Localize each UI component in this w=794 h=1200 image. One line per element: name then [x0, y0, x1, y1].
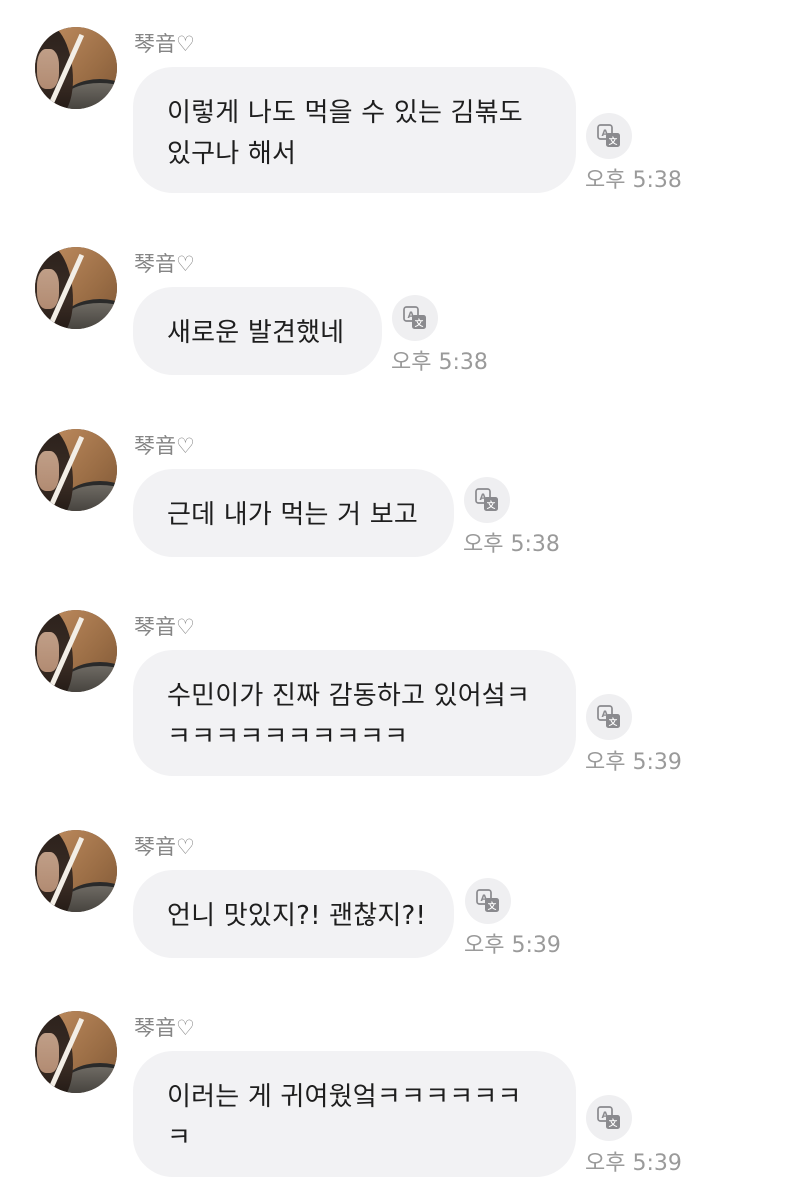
avatar[interactable]: [35, 610, 117, 692]
message-time: 오후 5:39: [585, 1151, 682, 1176]
translate-button[interactable]: A 文: [586, 694, 632, 740]
message-time: 오후 5:38: [391, 350, 488, 375]
message-bubble[interactable]: 수민이가 진짜 감동하고 있어섴ㅋ ㅋㅋㅋㅋㅋㅋㅋㅋㅋㅋ: [133, 650, 576, 776]
message-bubble[interactable]: 이러는 게 귀여웠엌ㅋㅋㅋㅋㅋㅋ ㅋ: [133, 1051, 576, 1177]
translate-button[interactable]: A 文: [586, 113, 632, 159]
avatar[interactable]: [35, 247, 117, 329]
message-bubble[interactable]: 언니 맛있지?! 괜찮지?!: [133, 870, 454, 958]
translate-icon: A 文: [597, 705, 620, 728]
translate-icon: A 文: [475, 488, 498, 511]
message-bubble[interactable]: 새로운 발견했네: [133, 287, 382, 375]
message-text-line: 이렇게 나도 먹을 수 있는 김볶도: [167, 98, 523, 128]
translate-icon: A 文: [597, 1106, 620, 1129]
sender-name: 琴音♡: [134, 615, 195, 639]
message-text-line: 언니 맛있지?! 괜찮지?!: [167, 901, 427, 931]
message-text-line: 근데 내가 먹는 거 보고: [167, 500, 418, 530]
translate-icon: A 文: [476, 889, 499, 912]
translate-button[interactable]: A 文: [464, 477, 510, 523]
message-text-line: ㅋ: [167, 1123, 192, 1153]
message-text-line: 수민이가 진짜 감동하고 있어섴ㅋ: [167, 681, 531, 711]
sender-name: 琴音♡: [134, 32, 195, 56]
translate-button[interactable]: A 文: [392, 295, 438, 341]
svg-text:文: 文: [488, 901, 497, 912]
avatar[interactable]: [35, 1011, 117, 1093]
svg-text:文: 文: [415, 318, 424, 329]
message-text-line: 있구나 해서: [167, 139, 297, 169]
svg-text:文: 文: [609, 1118, 618, 1129]
avatar[interactable]: [35, 830, 117, 912]
svg-text:文: 文: [609, 136, 618, 147]
sender-name: 琴音♡: [134, 835, 195, 859]
translate-button[interactable]: A 文: [586, 1095, 632, 1141]
avatar[interactable]: [35, 27, 117, 109]
avatar[interactable]: [35, 429, 117, 511]
message-bubble[interactable]: 이렇게 나도 먹을 수 있는 김볶도 있구나 해서: [133, 67, 576, 193]
svg-text:文: 文: [487, 500, 496, 511]
svg-text:文: 文: [609, 717, 618, 728]
message-bubble[interactable]: 근데 내가 먹는 거 보고: [133, 469, 454, 557]
message-text-line: 이러는 게 귀여웠엌ㅋㅋㅋㅋㅋㅋ: [167, 1082, 522, 1112]
sender-name: 琴音♡: [134, 1016, 195, 1040]
translate-icon: A 文: [597, 124, 620, 147]
sender-name: 琴音♡: [134, 252, 195, 276]
sender-name: 琴音♡: [134, 434, 195, 458]
translate-icon: A 文: [403, 306, 426, 329]
message-time: 오후 5:39: [585, 750, 682, 775]
message-time: 오후 5:39: [464, 933, 561, 958]
message-time: 오후 5:38: [463, 532, 560, 557]
message-text-line: ㅋㅋㅋㅋㅋㅋㅋㅋㅋㅋ: [167, 722, 409, 752]
message-time: 오후 5:38: [585, 168, 682, 193]
message-text-line: 새로운 발견했네: [167, 318, 345, 348]
translate-button[interactable]: A 文: [465, 878, 511, 924]
